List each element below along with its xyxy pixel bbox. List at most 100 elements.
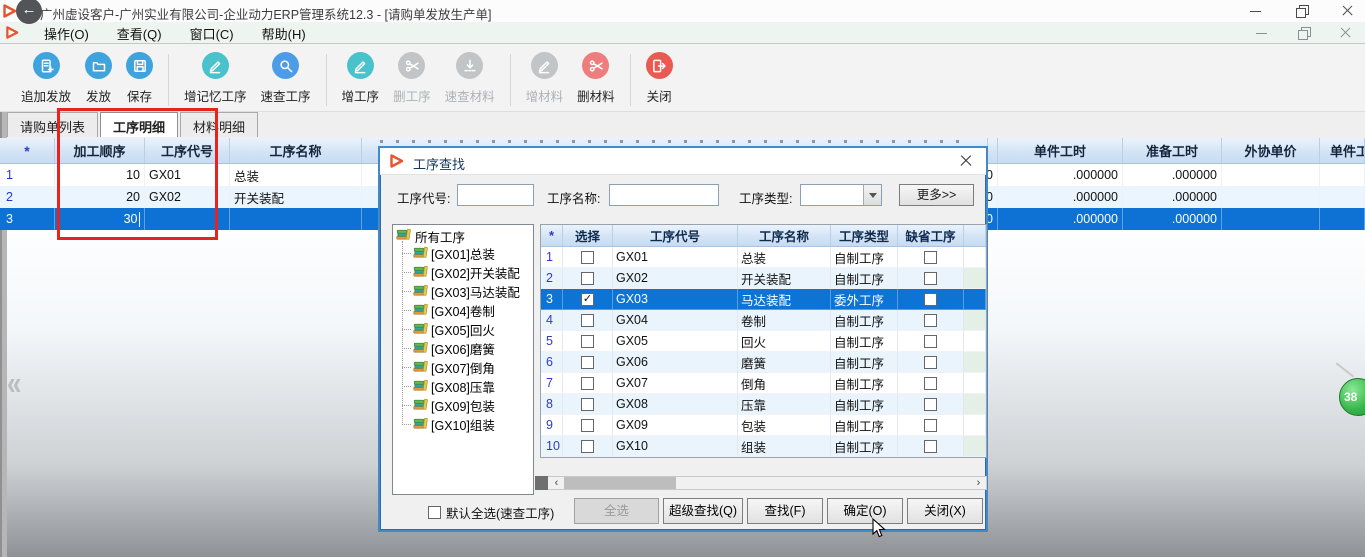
tree-root-item[interactable]: 所有工序 — [393, 225, 533, 245]
default-process-checkbox[interactable] — [924, 418, 937, 432]
tree-item-6[interactable]: [GX07]倒角 — [393, 358, 533, 377]
select-cell — [563, 373, 613, 394]
select-checkbox[interactable] — [581, 334, 594, 348]
mdi-close-button[interactable] — [1337, 25, 1355, 41]
process-code-cell: GX10 — [613, 436, 738, 457]
default-process-checkbox[interactable] — [924, 334, 937, 348]
dialog-table-row-GX09[interactable]: 9 GX09 包装 自制工序 — [541, 415, 986, 436]
mdi-minimize-button[interactable] — [1253, 25, 1271, 41]
dialog-table-row-GX01[interactable]: 1 GX01 总装 自制工序 — [541, 247, 986, 268]
default-process-checkbox[interactable] — [924, 271, 937, 285]
select-checkbox[interactable] — [581, 439, 594, 453]
default-process-checkbox[interactable] — [924, 250, 937, 264]
menu-item-1[interactable]: 查看(Q) — [103, 22, 176, 45]
toolbar-button-关闭[interactable]: 关闭 — [639, 52, 680, 105]
dialog-table-row-GX08[interactable]: 8 GX08 压靠 自制工序 — [541, 394, 986, 415]
default-process-checkbox[interactable] — [924, 376, 937, 390]
cell: .000000 — [998, 164, 1123, 186]
mdi-restore-button[interactable] — [1295, 25, 1313, 41]
default-process-checkbox[interactable] — [924, 355, 937, 369]
minimize-button[interactable] — [1247, 3, 1265, 19]
default-process-checkbox[interactable] — [924, 313, 937, 327]
extra-cell — [964, 268, 986, 289]
menu-item-0[interactable]: 操作(O) — [30, 22, 103, 45]
select-checkbox[interactable] — [581, 292, 594, 306]
select-checkbox[interactable] — [581, 271, 594, 285]
select-checkbox[interactable] — [581, 355, 594, 369]
cell — [1222, 208, 1320, 230]
scrollbar-thumb[interactable] — [564, 477, 676, 489]
dialog-close-icon[interactable] — [958, 153, 974, 169]
cell: .000000 — [998, 208, 1123, 230]
dialog-table-row-GX06[interactable]: 6 GX06 磨簧 自制工序 — [541, 352, 986, 373]
tree-item-9[interactable]: [GX10]组装 — [393, 415, 533, 434]
dialog-table-row-GX02[interactable]: 2 GX02 开关装配 自制工序 — [541, 268, 986, 289]
process-name-cell: 卷制 — [738, 310, 831, 331]
process-code-cell: GX07 — [613, 373, 738, 394]
default-process-checkbox[interactable] — [924, 397, 937, 411]
dialog-button-确定(O)[interactable]: 确定(O) — [827, 498, 903, 524]
tree-item-0[interactable]: [GX01]总装 — [393, 244, 533, 263]
dialog-table-row-GX03[interactable]: 3 GX03马达装配委外工序 — [541, 289, 986, 310]
menu-item-3[interactable]: 帮助(H) — [248, 22, 320, 45]
column-header-单件工时: 单件工时 — [1320, 138, 1365, 163]
tree-item-5[interactable]: [GX06]磨簧 — [393, 339, 533, 358]
books-icon — [413, 322, 428, 338]
dialog-button-关闭(X)[interactable]: 关闭(X) — [907, 498, 983, 524]
cell: 0 — [988, 164, 998, 186]
scroll-right-icon[interactable]: › — [972, 477, 985, 489]
back-overlay-icon[interactable]: ← — [16, 0, 42, 24]
row-number: 5 — [541, 331, 563, 352]
more-button[interactable]: 更多>> — [899, 184, 974, 206]
close-button[interactable] — [1339, 3, 1357, 19]
tree-item-7[interactable]: [GX08]压靠 — [393, 377, 533, 396]
select-cell — [563, 289, 613, 310]
collapse-panel-icon[interactable]: « — [7, 366, 21, 400]
select-checkbox[interactable] — [581, 376, 594, 390]
dialog-button-查找(F)[interactable]: 查找(F) — [747, 498, 823, 524]
toolbar-button-追加发放[interactable]: 追加发放 — [14, 52, 78, 105]
dialog-table-row-GX07[interactable]: 7 GX07 倒角 自制工序 — [541, 373, 986, 394]
tree-item-4[interactable]: [GX05]回火 — [393, 320, 533, 339]
dialog-column-header-*: * — [541, 225, 563, 246]
tree-item-8[interactable]: [GX09]包装 — [393, 396, 533, 415]
toolbar-button-速查工序[interactable]: 速查工序 — [254, 52, 318, 105]
select-checkbox[interactable] — [581, 418, 594, 432]
process-code-input[interactable] — [457, 184, 534, 206]
dialog-titlebar[interactable]: 工序查找 — [380, 148, 986, 175]
toolbar-button-删材料[interactable]: 删材料 — [570, 52, 622, 105]
select-checkbox[interactable] — [581, 397, 594, 411]
process-code-cell: GX02 — [613, 268, 738, 289]
toolbar-button-增记忆工序[interactable]: 增记忆工序 — [177, 52, 254, 105]
dialog-button-超级查找(Q)[interactable]: 超级查找(Q) — [663, 498, 743, 524]
dialog-button-全选[interactable]: 全选 — [574, 498, 659, 524]
restore-button[interactable] — [1293, 3, 1311, 19]
column-header-*: * — [0, 138, 55, 163]
toolbar-button-增工序[interactable]: 增工序 — [335, 52, 387, 105]
process-name-input[interactable] — [609, 184, 719, 206]
default-process-checkbox[interactable] — [924, 439, 937, 453]
process-code-cell: GX06 — [613, 352, 738, 373]
horizontal-scrollbar[interactable]: ‹ › — [535, 476, 987, 490]
tree-item-3[interactable]: [GX04]卷制 — [393, 301, 533, 320]
select-checkbox[interactable] — [581, 313, 594, 327]
default-select-all-checkbox[interactable] — [428, 506, 441, 519]
scroll-left-icon[interactable]: ‹ — [550, 477, 563, 489]
toolbar-button-速查材料[interactable]: 速查材料 — [438, 52, 502, 105]
dialog-table-row-GX04[interactable]: 4 GX04 卷制 自制工序 — [541, 310, 986, 331]
tree-item-2[interactable]: [GX03]马达装配 — [393, 282, 533, 301]
toolbar-button-发放[interactable]: 发放 — [78, 52, 119, 105]
process-type-select[interactable] — [800, 184, 882, 206]
toolbar-button-增材料[interactable]: 增材料 — [519, 52, 571, 105]
chevron-down-icon[interactable] — [863, 185, 881, 205]
toolbar-button-保存[interactable]: 保存 — [119, 52, 160, 105]
default-process-checkbox[interactable] — [924, 292, 937, 306]
dialog-table-row-GX05[interactable]: 5 GX05 回火 自制工序 — [541, 331, 986, 352]
menu-item-2[interactable]: 窗口(C) — [176, 22, 248, 45]
tree-item-label: [GX03]马达装配 — [431, 286, 520, 300]
select-checkbox[interactable] — [581, 250, 594, 264]
dialog-table-row-GX10[interactable]: 10 GX10 组装 自制工序 — [541, 436, 986, 457]
tree-item-1[interactable]: [GX02]开关装配 — [393, 263, 533, 282]
toolbar-button-删工序[interactable]: 删工序 — [386, 52, 438, 105]
scrollbar-split-block[interactable] — [535, 476, 548, 490]
